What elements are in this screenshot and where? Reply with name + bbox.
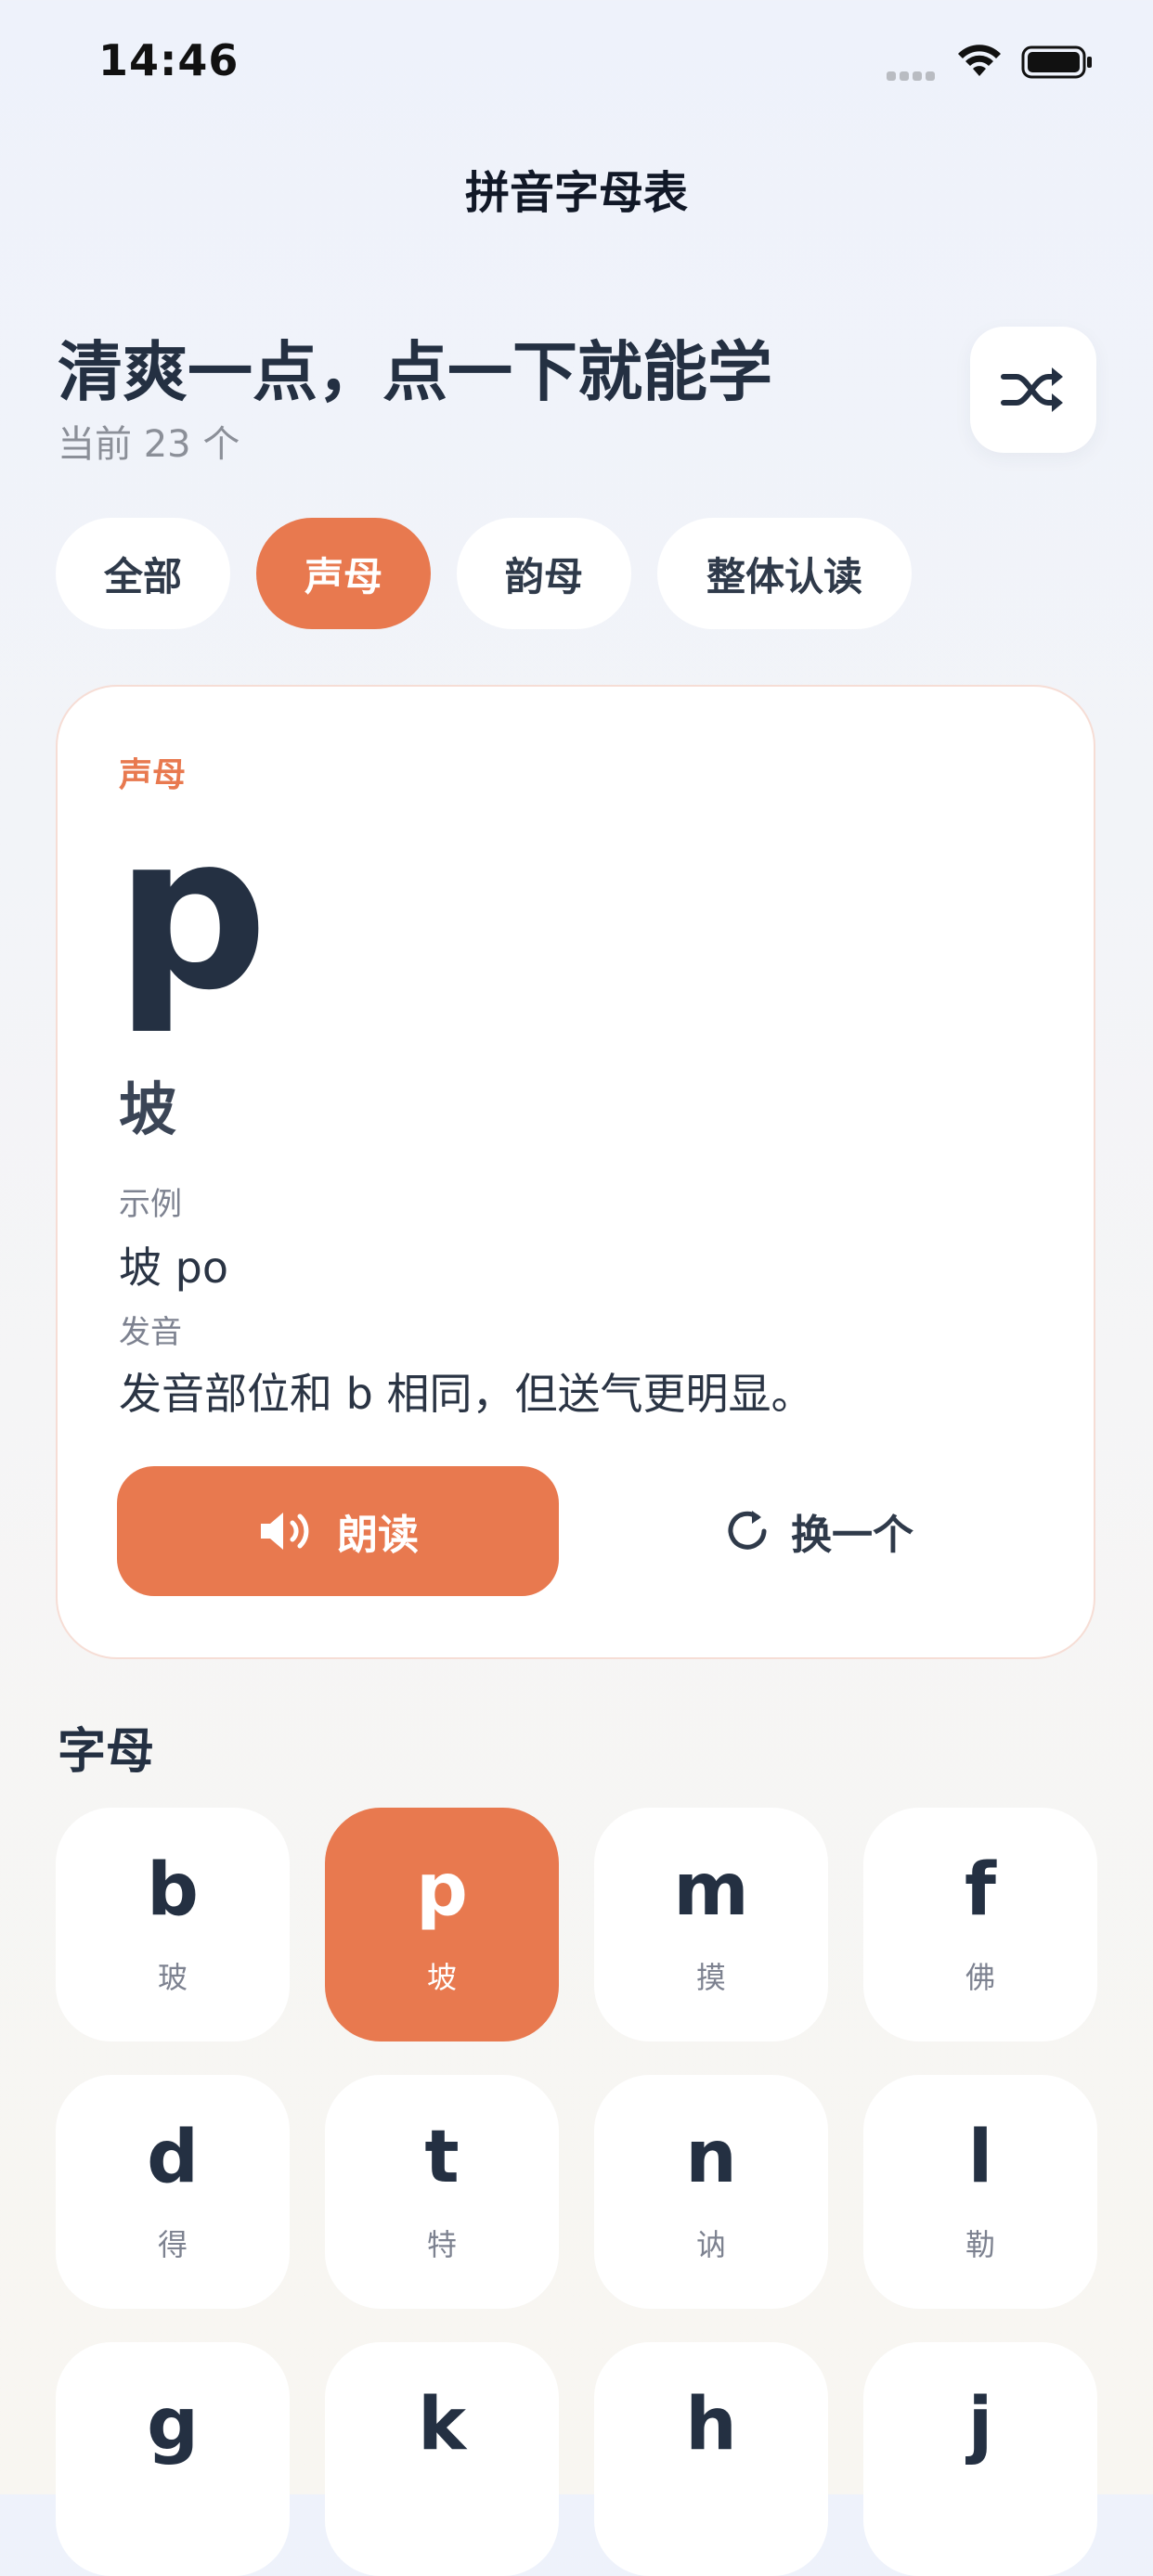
- battery-icon: [1021, 45, 1092, 79]
- next-letter-label: 换一个: [791, 1512, 913, 1559]
- speaker-icon: [261, 1513, 309, 1550]
- read-aloud-button[interactable]: 朗读: [117, 1466, 559, 1596]
- letter-tile-b[interactable]: b 玻: [56, 1808, 290, 2041]
- item-count: 当前 23 个: [58, 423, 240, 466]
- card-character: 坡: [119, 1075, 177, 1143]
- tile-letter: p: [416, 1848, 468, 1932]
- tile-character: 讷: [695, 2227, 726, 2262]
- tile-character: 佛: [965, 1960, 995, 1995]
- tab-initials[interactable]: 声母: [256, 518, 431, 629]
- example-value: 坡 po: [119, 1243, 228, 1293]
- tab-whole-syllables[interactable]: 整体认读: [657, 518, 912, 629]
- refresh-icon: [728, 1511, 767, 1550]
- wifi-icon: [958, 45, 1001, 76]
- tile-letter: t: [424, 2116, 460, 2199]
- tile-letter: n: [685, 2116, 737, 2199]
- tile-letter: d: [147, 2116, 199, 2199]
- tile-letter: k: [418, 2383, 466, 2467]
- letter-tile-d[interactable]: d 得: [56, 2075, 290, 2309]
- letter-tile-t[interactable]: t 特: [325, 2075, 559, 2309]
- letter-tile-j[interactable]: j: [863, 2342, 1097, 2576]
- pronunciation-value: 发音部位和 b 相同，但送气更明显。: [119, 1369, 814, 1419]
- example-label: 示例: [119, 1186, 182, 1223]
- tile-letter: l: [967, 2116, 993, 2199]
- tile-character: 玻: [157, 1960, 188, 1995]
- letter-detail-card: 声母 p 坡 示例 坡 po 发音 发音部位和 b 相同，但送气更明显。 朗读 …: [56, 685, 1095, 1659]
- letter-tile-h[interactable]: h: [594, 2342, 828, 2576]
- letter-tile-f[interactable]: f 佛: [863, 1808, 1097, 2041]
- shuffle-button[interactable]: [970, 327, 1096, 453]
- letter-tile-p[interactable]: p 坡: [325, 1808, 559, 2041]
- letter-tile-m[interactable]: m 摸: [594, 1808, 828, 2041]
- next-letter-button[interactable]: 换一个: [652, 1466, 986, 1596]
- cellular-signal-icon: [887, 67, 940, 81]
- tab-finals[interactable]: 韵母: [457, 518, 631, 629]
- tile-letter: m: [673, 1848, 749, 1932]
- tab-all[interactable]: 全部: [56, 518, 230, 629]
- tile-letter: b: [147, 1848, 199, 1932]
- card-letter: p: [115, 790, 268, 1037]
- tile-letter: f: [965, 1848, 996, 1932]
- read-aloud-label: 朗读: [337, 1512, 419, 1559]
- status-bar: 14:46: [0, 0, 1153, 125]
- hero-title: 清爽一点，点一下就能学: [58, 334, 772, 410]
- status-time: 14:46: [98, 35, 240, 85]
- pronunciation-label: 发音: [119, 1314, 182, 1351]
- letter-tile-l[interactable]: l 勒: [863, 2075, 1097, 2309]
- tile-letter: j: [967, 2383, 993, 2467]
- letter-tile-g[interactable]: g: [56, 2342, 290, 2576]
- tile-character: 摸: [695, 1960, 726, 1995]
- page-title: 拼音字母表: [464, 167, 688, 219]
- letter-tile-n[interactable]: n 讷: [594, 2075, 828, 2309]
- letters-section-title: 字母: [58, 1724, 155, 1780]
- tile-character: 得: [157, 2227, 188, 2262]
- tile-letter: g: [147, 2383, 199, 2467]
- tile-character: 勒: [965, 2227, 995, 2262]
- shuffle-icon: [1001, 367, 1063, 412]
- letter-tile-k[interactable]: k: [325, 2342, 559, 2576]
- tile-character: 坡: [426, 1960, 457, 1995]
- tile-letter: h: [685, 2383, 737, 2467]
- tile-character: 特: [426, 2227, 457, 2262]
